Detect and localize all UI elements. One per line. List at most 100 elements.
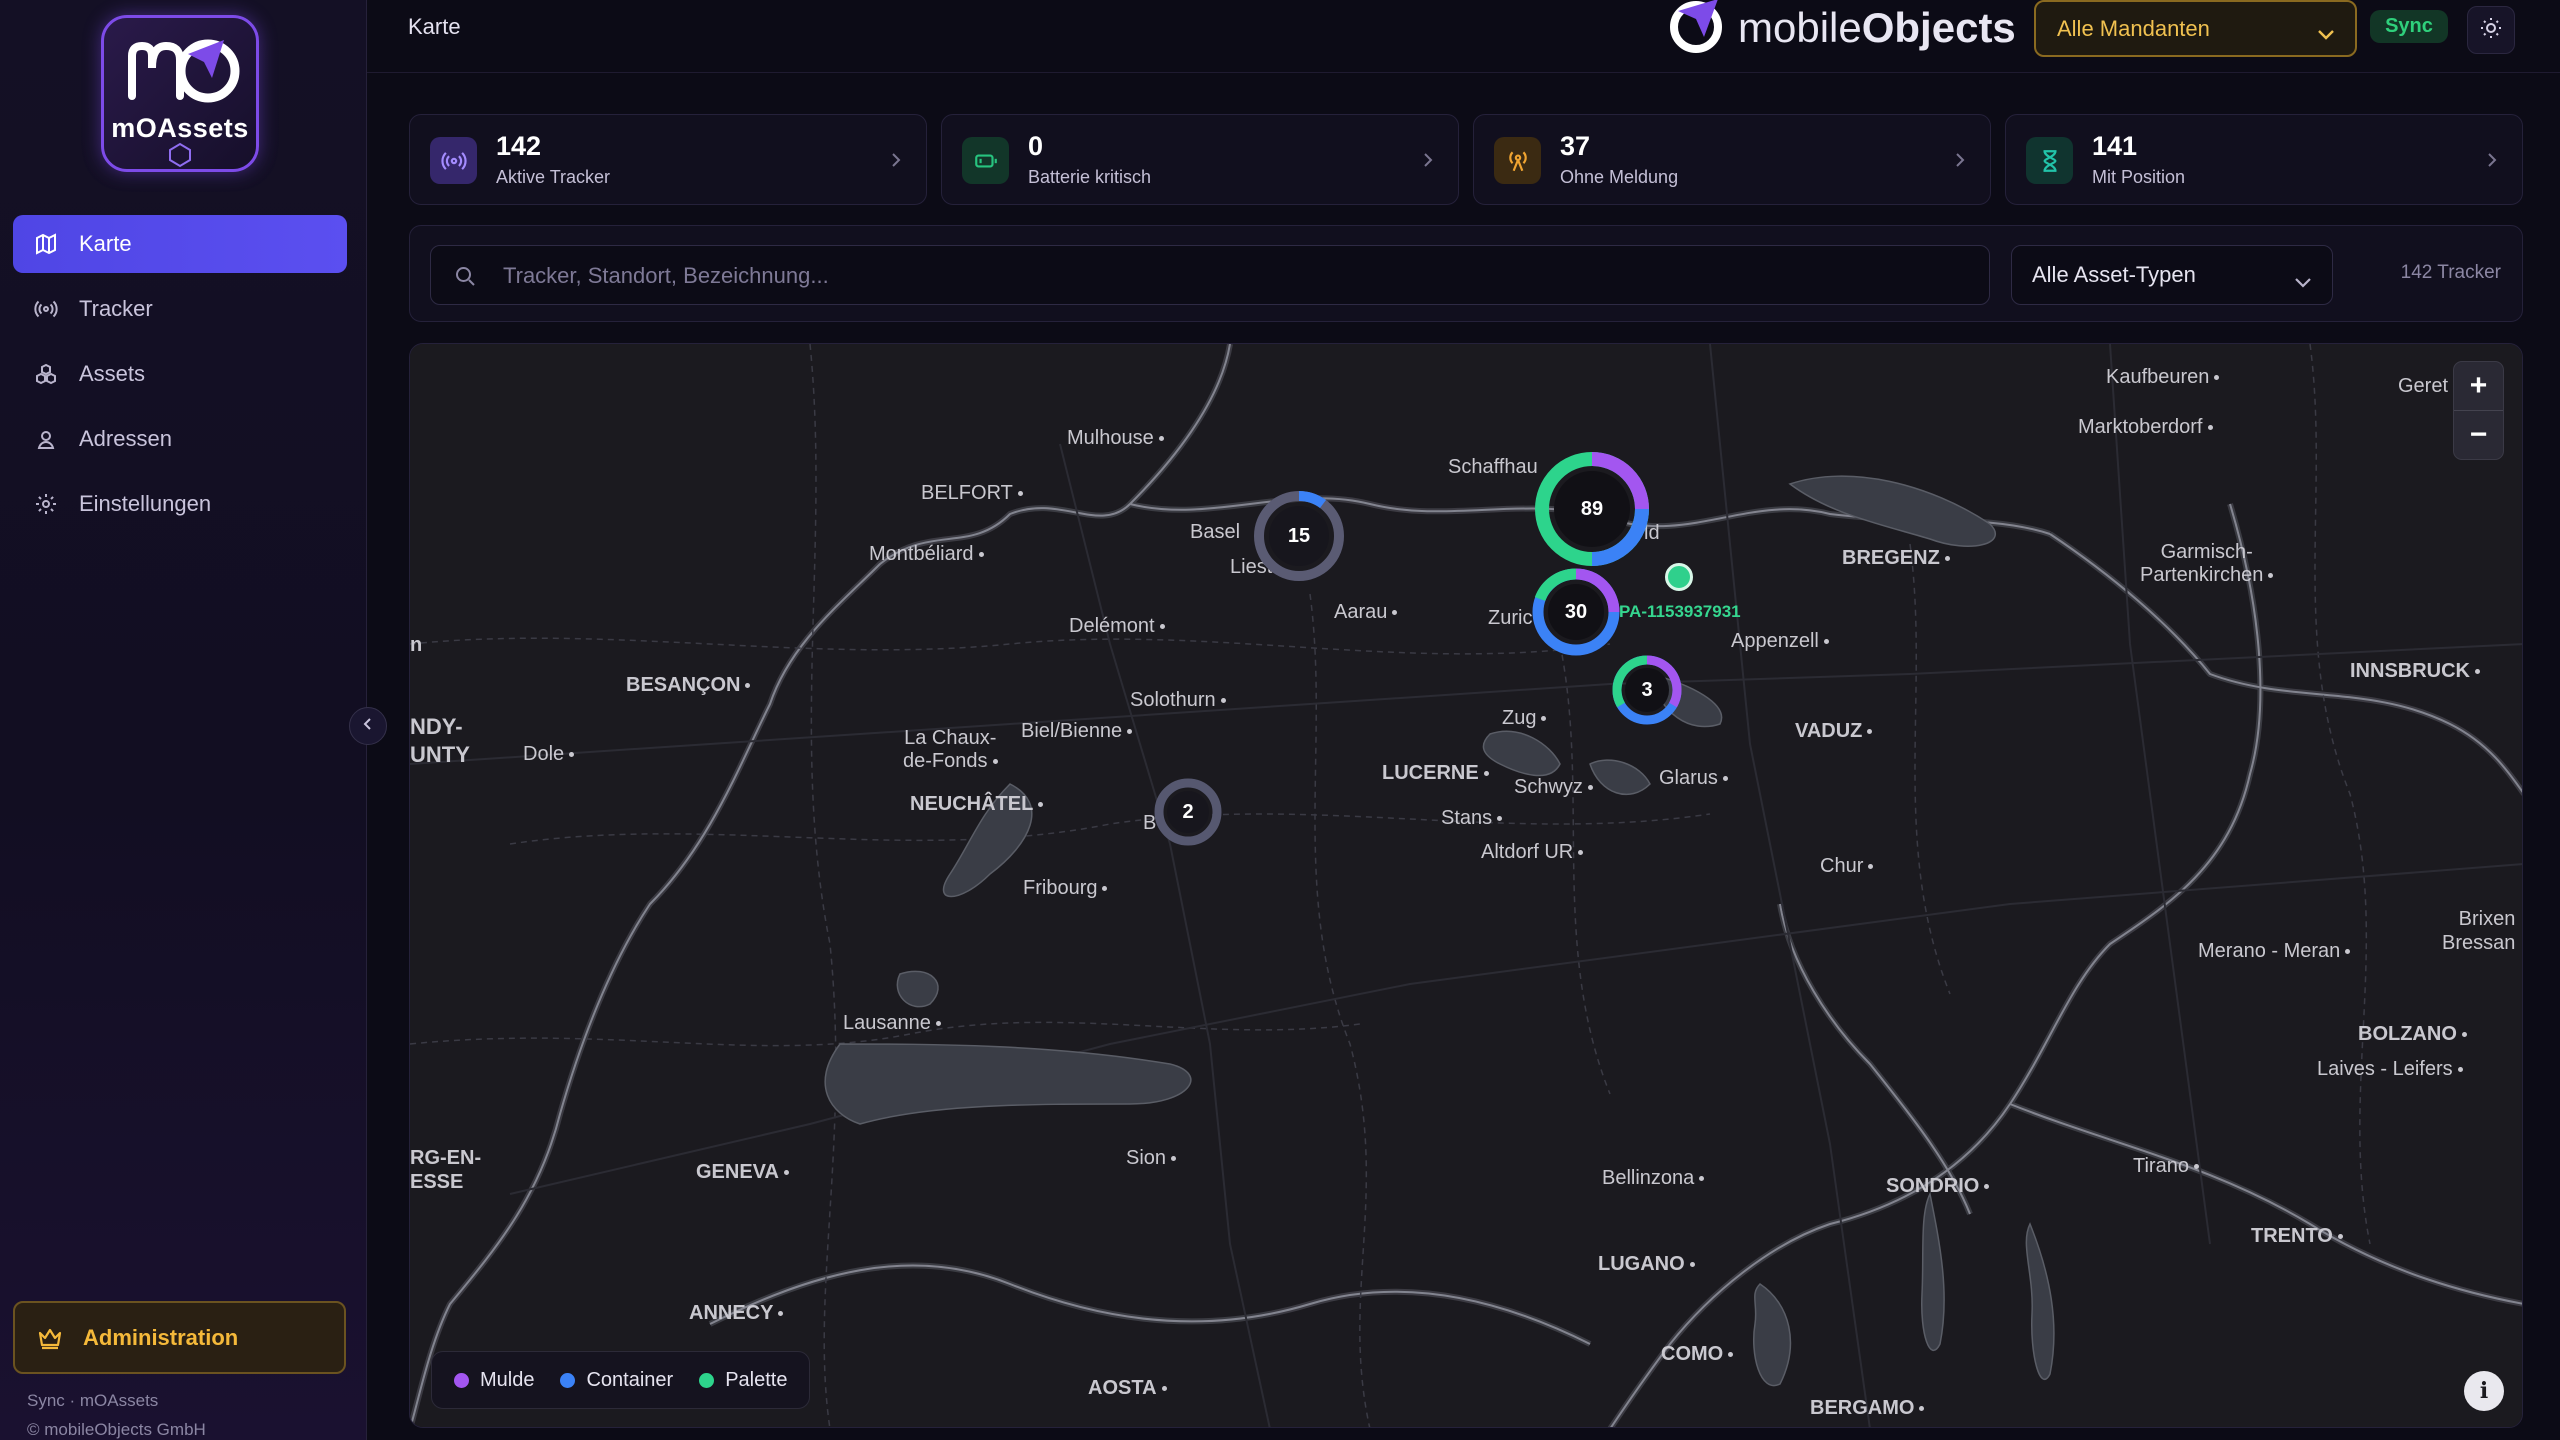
city-label: Aarau [1334,601,1397,624]
city-label: Solothurn [1130,689,1226,712]
city-label: BOLZANO [2358,1023,2467,1046]
city-label: Stans [1441,807,1502,830]
sidebar-item-label: Karte [79,231,132,256]
filter-bar: Alle Asset-Typen 142 Tracker [409,225,2523,322]
city-label: Mulhouse [1067,427,1164,450]
sidebar-item-karte[interactable]: Karte [13,215,347,273]
search-icon [453,264,477,293]
administration-button[interactable]: Administration [13,1301,346,1374]
collapse-sidebar-button[interactable] [349,707,387,745]
footer-sync: Sync · mOAssets [27,1391,159,1410]
city-label: SONDRIO [1886,1175,1989,1198]
map-icon [33,231,59,257]
map-cluster[interactable]: 30 [1531,567,1621,657]
sidebar-item-label: Tracker [79,296,153,321]
sidebar-item-tracker[interactable]: Tracker [13,280,347,338]
map-cluster[interactable]: 15 [1253,490,1345,582]
sidebar-nav: Karte Tracker Assets Adressen Einstellun… [13,215,347,540]
city-label: ANNECY [689,1302,783,1325]
legend-label: Container [586,1368,674,1391]
zoom-out-button[interactable]: − [2454,411,2503,459]
mobileobjects-logo-icon [1664,0,1728,58]
legend-label: Palette [725,1368,788,1391]
cluster-count: 2 [1182,800,1194,823]
city-label: Tirano [2133,1155,2199,1178]
search-input[interactable] [501,246,1965,306]
city-label: Zug [1502,707,1546,730]
legend-item-mulde: Mulde [454,1369,534,1392]
city-label: INNSBRUCK [2350,660,2480,683]
theme-toggle-button[interactable] [2467,6,2515,54]
person-pin-icon [33,426,59,452]
city-label: LUGANO [1598,1253,1695,1276]
asset-type-value: Alle Asset-Typen [2032,262,2196,287]
app-logo[interactable]: mOAssets [101,15,259,172]
tracker-marker[interactable] [1665,563,1693,591]
city-label: Geret [2398,375,2449,397]
cluster-count: 89 [1580,497,1604,520]
legend-item-palette: Palette [699,1369,787,1392]
city-label: Basel [1190,521,1241,543]
legend-label: Mulde [480,1368,535,1391]
chevron-right-icon [1422,151,1434,174]
antenna-icon [1494,137,1541,184]
city-label: BERGAMO [1810,1397,1924,1420]
legend-dot [454,1372,469,1388]
sidebar: mOAssets Karte Tracker Assets Adressen E… [0,0,367,1440]
city-label: Chur [1820,855,1873,878]
sidebar-item-label: Einstellungen [79,491,212,516]
asset-type-select[interactable]: Alle Asset-Typen [2011,245,2333,305]
sidebar-item-label: Assets [79,361,146,386]
city-label: NEUCHÂTEL [910,793,1043,816]
cluster-count: 30 [1564,600,1588,623]
stat-label: Batterie kritisch [1028,167,1152,187]
legend-dot [560,1372,576,1388]
sidebar-item-label: Adressen [79,426,172,451]
stat-card-battery-critical[interactable]: 0 Batterie kritisch [941,114,1459,205]
boxes-icon [33,361,59,387]
map-cluster[interactable]: 3 [1611,654,1683,726]
chevron-right-icon [2486,151,2498,174]
city-label: Fribourg [1023,877,1107,900]
crown-icon [37,1326,63,1350]
city-label: Glarus [1659,767,1728,790]
city-label: TRENTO [2251,1225,2343,1248]
sidebar-item-einstellungen[interactable]: Einstellungen [13,475,347,533]
map-cluster[interactable]: 2 [1153,777,1223,847]
sync-badge[interactable]: Sync [2370,10,2448,43]
mandant-select[interactable]: Alle Mandanten [2034,0,2357,57]
city-label: Zuric [1488,607,1533,629]
hourglass-icon [2026,137,2073,184]
zoom-in-button[interactable]: + [2454,362,2503,410]
chevron-left-icon [361,717,375,736]
map-info-button[interactable]: i [2464,1371,2504,1411]
map-view[interactable]: Mulhouse BELFORT Montbéliard Basel Liest… [409,343,2523,1428]
city-label: NDY- UNTY [410,714,470,767]
legend-item-container: Container [560,1369,673,1392]
stat-card-active-trackers[interactable]: 142 Aktive Tracker [409,114,927,205]
city-label: Lausanne [843,1012,941,1035]
city-label: Laives - Leifers [2317,1058,2463,1081]
chevron-right-icon [890,151,902,174]
stat-label: Ohne Meldung [1560,167,1679,187]
stat-value: 142 [496,131,542,161]
search-field[interactable] [430,245,1990,306]
map-basemap [410,344,2522,1427]
city-label: BELFORT [921,482,1023,505]
stat-label: Mit Position [2092,167,2186,187]
stat-card-with-position[interactable]: 141 Mit Position [2005,114,2523,205]
administration-label: Administration [83,1324,239,1350]
page-title: Karte [408,14,461,39]
mandant-value: Alle Mandanten [2057,15,2210,41]
chevron-down-icon [2317,21,2335,47]
city-label: BESANÇON [626,674,750,697]
city-label: VADUZ [1795,720,1872,743]
stat-card-no-report[interactable]: 37 Ohne Meldung [1473,114,1991,205]
tracker-marker-label: PA-1153937931 [1619,602,1741,621]
map-cluster[interactable]: 89 [1532,449,1652,569]
legend-dot [699,1372,715,1388]
sidebar-item-assets[interactable]: Assets [13,345,347,403]
sidebar-item-adressen[interactable]: Adressen [13,410,347,468]
city-label: COMO [1661,1343,1733,1366]
city-label: Appenzell [1731,630,1829,653]
